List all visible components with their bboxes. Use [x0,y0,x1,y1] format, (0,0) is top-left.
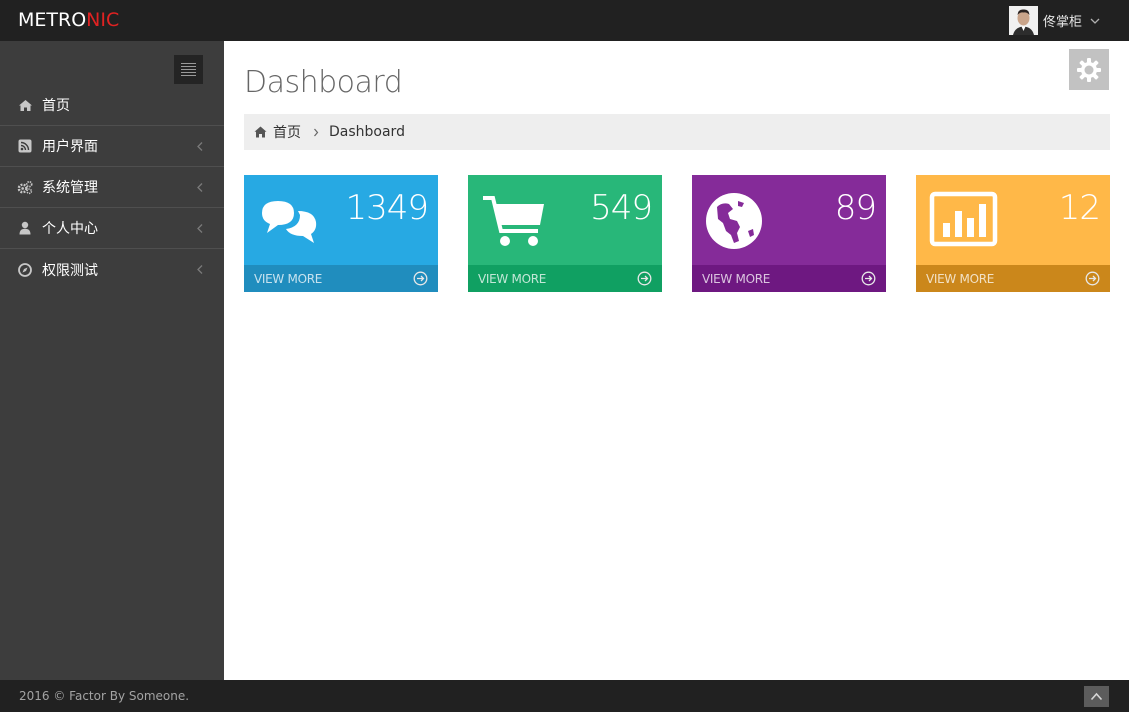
view-more-link[interactable]: VIEW MORE [244,265,438,292]
sidebar-item-label: 权限测试 [42,262,98,279]
chevron-down-icon [1090,18,1100,24]
sidebar-item-system[interactable]: 系统管理 [0,167,224,208]
chevron-up-icon [1090,692,1103,701]
chevron-right-icon [314,128,319,136]
sidebar-toggler-button[interactable] [174,55,203,84]
sidebar-menu: 首页 用户界面 系统管理 个人中心 权限测试 [0,85,224,290]
logo-accent-text: NIC [86,9,120,31]
stat-value: 549 [590,188,653,228]
hamburger-icon-line [181,69,196,70]
view-more-label: VIEW MORE [702,271,771,286]
stat-card-globe: 89 VIEW MORE [692,175,886,292]
sidebar-item-label: 个人中心 [42,221,98,237]
chevron-left-icon [197,142,203,151]
breadcrumb: 首页 Dashboard [244,114,1110,150]
compass-icon [17,262,33,278]
hamburger-icon-line [181,75,196,76]
stat-card-comments: 1349 VIEW MORE [244,175,438,292]
sidebar-item-home[interactable]: 首页 [0,85,224,126]
stat-card-chart: 12 VIEW MORE [916,175,1110,292]
arrow-circle-right-icon [861,271,876,286]
gear-icon [1077,57,1101,82]
user-menu[interactable]: 佟掌柜 [1008,5,1100,36]
copyright-text: 2016 © Factor By Someone. [19,689,190,703]
breadcrumb-home-link[interactable]: 首页 [273,122,301,142]
shopping-cart-icon [483,196,544,246]
footer: 2016 © Factor By Someone. [0,680,1129,712]
rss-icon [17,138,33,154]
view-more-link[interactable]: VIEW MORE [916,265,1110,292]
dashboard-stats: 1349 VIEW MORE 549 VIEW MORE 89 VIEW MOR… [244,175,1110,292]
stat-value: 12 [1058,188,1101,228]
logo-main-text: METRO [18,9,87,31]
hamburger-icon-line [181,66,196,67]
chevron-left-icon [197,183,203,192]
arrow-circle-right-icon [1085,271,1100,286]
breadcrumb-current: Dashboard [329,124,405,140]
logo[interactable]: METRONIC [18,9,119,31]
home-icon [254,126,267,138]
globe-icon [706,193,762,249]
stat-value: 89 [834,188,877,228]
view-more-label: VIEW MORE [478,271,547,286]
top-header: METRONIC 佟掌柜 [0,0,1129,41]
avatar [1008,6,1038,35]
view-more-label: VIEW MORE [926,271,995,286]
chevron-left-icon [197,224,203,233]
arrow-circle-right-icon [637,271,652,286]
username: 佟掌柜 [1042,15,1082,30]
sidebar-item-profile[interactable]: 个人中心 [0,208,224,249]
sidebar-item-label: 首页 [42,98,70,114]
home-icon [17,97,33,113]
arrow-circle-right-icon [413,271,428,286]
sidebar-item-permissions[interactable]: 权限测试 [0,249,224,290]
page-title: Dashboard [244,65,403,100]
sidebar-item-label: 系统管理 [42,180,98,196]
stat-card-orders: 549 VIEW MORE [468,175,662,292]
bar-chart-icon [929,191,998,247]
hamburger-icon-line [181,72,196,73]
sidebar-item-label: 用户界面 [42,139,98,155]
view-more-link[interactable]: VIEW MORE [692,265,886,292]
cogs-icon [17,179,33,195]
theme-settings-button[interactable] [1069,49,1109,90]
scroll-to-top-button[interactable] [1084,686,1109,707]
hamburger-icon-line [181,63,196,64]
chevron-left-icon [197,265,203,274]
main-content: Dashboard 首页 Dashboard 1349 VIEW MORE 54… [224,41,1129,680]
sidebar: 首页 用户界面 系统管理 个人中心 权限测试 [0,41,224,680]
user-icon [17,220,33,236]
stat-value: 1349 [345,188,429,228]
view-more-link[interactable]: VIEW MORE [468,265,662,292]
comments-icon [262,201,317,243]
view-more-label: VIEW MORE [254,271,323,286]
sidebar-item-ui[interactable]: 用户界面 [0,126,224,167]
